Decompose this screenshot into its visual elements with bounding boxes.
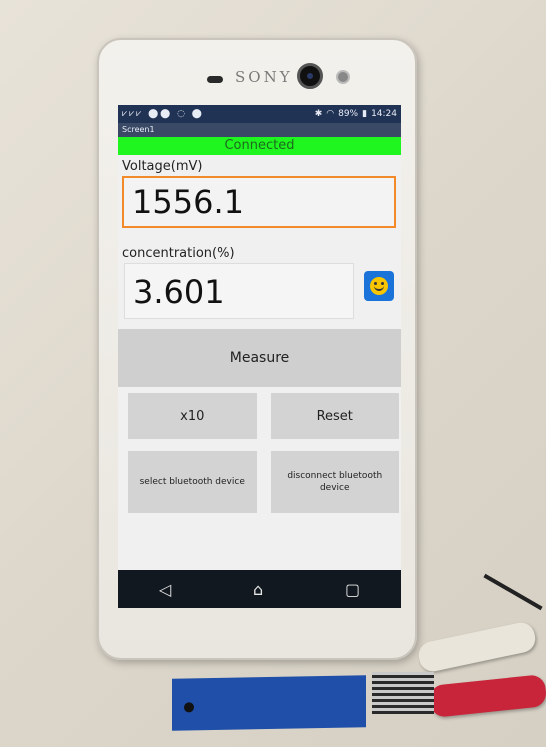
wifi-icon: ◠	[326, 109, 335, 119]
disconnect-bluetooth-button[interactable]: disconnect bluetooth device	[270, 451, 399, 513]
concentration-label: concentration(%)	[122, 246, 235, 261]
screen-title: Screen1	[118, 123, 401, 137]
connection-status: Connected	[118, 137, 401, 155]
status-bar: ⩗⩗⩗ ⬤⬤ ◌ ⬤ ✱ ◠ 89% ▮ 14:24	[118, 105, 401, 123]
battery-icon: ▮	[362, 109, 368, 119]
home-icon[interactable]: ⌂	[253, 580, 263, 599]
voltage-field[interactable]: 1556.1	[122, 176, 396, 228]
navigation-bar: ◁ ⌂ ▢	[118, 570, 401, 608]
notification-icons: ⩗⩗⩗ ⬤⬤ ◌ ⬤	[122, 109, 204, 119]
concentration-field[interactable]: 3.601	[124, 263, 354, 319]
smiley-icon	[370, 277, 388, 295]
reset-button[interactable]: Reset	[270, 393, 399, 439]
front-camera-icon	[297, 63, 323, 89]
phone-screen: ⩗⩗⩗ ⬤⬤ ◌ ⬤ ✱ ◠ 89% ▮ 14:24 Screen1 Conne…	[118, 105, 401, 608]
x10-button[interactable]: x10	[128, 393, 257, 439]
sensor-electrodes	[372, 672, 434, 714]
back-icon[interactable]: ◁	[159, 580, 171, 599]
button-grid: x10 Reset select bluetooth device discon…	[118, 387, 401, 513]
smile-button[interactable]	[364, 271, 394, 301]
recents-icon[interactable]: ▢	[345, 580, 360, 599]
proximity-sensor	[336, 70, 350, 84]
white-alligator-clip	[416, 620, 538, 674]
select-bluetooth-button[interactable]: select bluetooth device	[128, 451, 257, 513]
bluetooth-icon: ✱	[314, 109, 323, 119]
probe-wire	[483, 573, 543, 611]
measure-button[interactable]: Measure	[118, 329, 401, 387]
voltage-label: Voltage(mV)	[122, 159, 203, 174]
status-right: ✱ ◠ 89% ▮ 14:24	[315, 109, 397, 119]
battery-percent: 89%	[338, 109, 359, 119]
brand-logo: SONY	[235, 68, 293, 86]
concentration-row: 3.601	[118, 261, 401, 321]
clock: 14:24	[371, 109, 397, 119]
red-alligator-clip	[428, 674, 546, 718]
sensor-probe	[172, 675, 366, 731]
earpiece-speaker	[207, 76, 223, 83]
